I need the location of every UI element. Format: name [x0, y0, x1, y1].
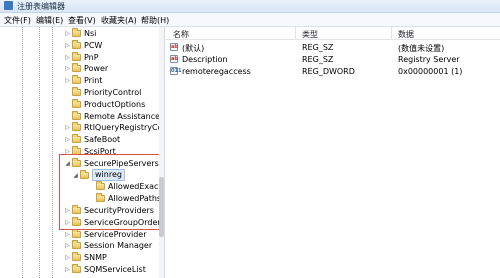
- expand-toggle-icon[interactable]: ▷: [64, 54, 71, 61]
- tree-item-label: PriorityControl: [84, 88, 142, 97]
- tree-item[interactable]: ▷ ServiceProvider: [64, 228, 147, 240]
- tree-item-label: Remote Assistance: [84, 111, 161, 121]
- folder-icon: [72, 51, 81, 61]
- expand-toggle-icon[interactable]: ▷: [64, 136, 71, 143]
- list-header: 名称 类型 数据: [165, 27, 500, 40]
- tree-item-label: Nsi: [84, 29, 97, 38]
- tree-scrollbar[interactable]: [159, 27, 164, 278]
- value-row[interactable]: 011 remoteregaccess REG_DWORD 0x00000001…: [165, 65, 500, 77]
- expand-toggle-icon[interactable]: ▷: [64, 42, 71, 49]
- expand-toggle-icon[interactable]: ▷: [64, 30, 71, 37]
- tree-item[interactable]: ▷ RtlQueryRegistryCon: [64, 122, 165, 133]
- tree-item-label: SQMServiceList: [84, 265, 146, 274]
- expand-toggle-icon[interactable]: ▷: [64, 124, 71, 131]
- menu-favorites[interactable]: 收藏夹(A): [101, 15, 137, 26]
- tree-item[interactable]: ▷ Nsi: [64, 28, 96, 39]
- tree-item-label: SNMP: [84, 253, 107, 263]
- tree-item-label: Power: [84, 64, 109, 74]
- column-name[interactable]: 名称: [173, 29, 189, 40]
- expand-toggle-icon[interactable]: ▷: [64, 266, 71, 273]
- registry-editor-icon: [4, 1, 13, 10]
- menu-file[interactable]: 文件(F): [4, 15, 31, 26]
- tree-guide-line: [52, 27, 53, 278]
- window-title: 注册表编辑器: [17, 2, 65, 11]
- expand-toggle-icon[interactable]: ▷: [64, 254, 71, 261]
- column-separator[interactable]: [391, 27, 392, 39]
- value-row[interactable]: ab (默认) REG_SZ (数值未设置): [165, 41, 500, 53]
- menu-view[interactable]: 查看(V): [68, 15, 96, 26]
- tree-item-label: SafeBoot: [84, 135, 121, 145]
- value-name: Description: [182, 55, 228, 64]
- folder-icon: [72, 39, 81, 49]
- expand-toggle-icon[interactable]: ▷: [64, 77, 71, 84]
- tree-item[interactable]: PriorityControl: [64, 87, 141, 98]
- value-row[interactable]: ab Description REG_SZ Registry Server: [165, 53, 500, 65]
- tree-item-label: Session Manager: [84, 241, 153, 251]
- folder-icon: [72, 122, 81, 132]
- expand-toggle-icon[interactable]: ▷: [64, 65, 71, 72]
- values-list[interactable]: 名称 类型 数据 ab (默认) REG_SZ (数值未设置) ab Descr…: [165, 27, 500, 278]
- tree-item-label: PnP: [84, 52, 99, 62]
- highlight-box: [59, 154, 163, 230]
- expand-toggle-icon[interactable]: ▷: [64, 231, 71, 238]
- menu-edit[interactable]: 编辑(E): [36, 15, 63, 26]
- tree-item-label: ProductOptions: [84, 99, 146, 109]
- registry-tree[interactable]: ▷ Nsi ▷ PCW ▷ PnP ▷ Power ▷ Print PriorityControl P…: [0, 27, 165, 278]
- tree-item-label: PCW: [84, 40, 103, 50]
- expand-toggle-icon[interactable]: ▷: [64, 242, 71, 249]
- tree-item[interactable]: ▷ PCW: [64, 39, 103, 51]
- binary-value-icon: 011: [170, 67, 182, 75]
- tree-item-label: Print: [84, 76, 103, 86]
- column-separator[interactable]: [295, 27, 296, 39]
- tree-item[interactable]: ▷ PnP: [64, 51, 99, 63]
- folder-icon: [72, 75, 81, 85]
- tree-item[interactable]: ▷ Session Manager: [64, 240, 152, 251]
- tree-item[interactable]: ▷ Print: [64, 75, 102, 86]
- folder-icon: [72, 228, 81, 238]
- string-value-icon: ab: [170, 55, 178, 63]
- column-type[interactable]: 类型: [302, 29, 318, 40]
- folder-icon: [72, 63, 81, 73]
- title-bar: 注册表编辑器: [0, 0, 500, 13]
- value-data: Registry Server: [398, 55, 460, 64]
- folder-icon: [72, 134, 81, 144]
- tree-item-label: ServiceProvider: [84, 229, 147, 239]
- folder-icon: [72, 28, 81, 37]
- tree-item[interactable]: ▷ SNMP: [64, 252, 107, 263]
- folder-icon: [72, 240, 81, 250]
- tree-item[interactable]: ▷ SQMServiceList: [64, 264, 146, 275]
- tree-guide-line: [22, 27, 23, 278]
- folder-icon: [72, 264, 81, 273]
- tree-item[interactable]: Remote Assistance: [64, 110, 161, 122]
- folder-icon: [72, 87, 81, 96]
- value-type: REG_SZ: [302, 55, 334, 64]
- column-data[interactable]: 数据: [398, 29, 414, 40]
- value-name: remoteregaccess: [182, 67, 251, 76]
- folder-icon: [72, 98, 81, 108]
- tree-guide-line: [39, 27, 40, 278]
- string-value-icon: ab: [170, 43, 178, 51]
- value-type: REG_DWORD: [302, 67, 355, 76]
- tree-item-label: RtlQueryRegistryCon: [84, 123, 165, 133]
- value-type: REG_SZ: [302, 43, 334, 52]
- tree-item[interactable]: ▷ SafeBoot: [64, 134, 120, 145]
- tree-item[interactable]: ▷ Power: [64, 63, 108, 74]
- folder-icon: [72, 252, 81, 262]
- value-data: 0x00000001 (1): [398, 67, 463, 76]
- menu-bar: 文件(F) 编辑(E) 查看(V) 收藏夹(A) 帮助(H): [0, 13, 500, 27]
- tree-item[interactable]: ProductOptions: [64, 98, 146, 110]
- menu-help[interactable]: 帮助(H): [141, 15, 169, 26]
- folder-icon: [72, 110, 81, 120]
- tree-scroll-thumb[interactable]: [159, 177, 164, 237]
